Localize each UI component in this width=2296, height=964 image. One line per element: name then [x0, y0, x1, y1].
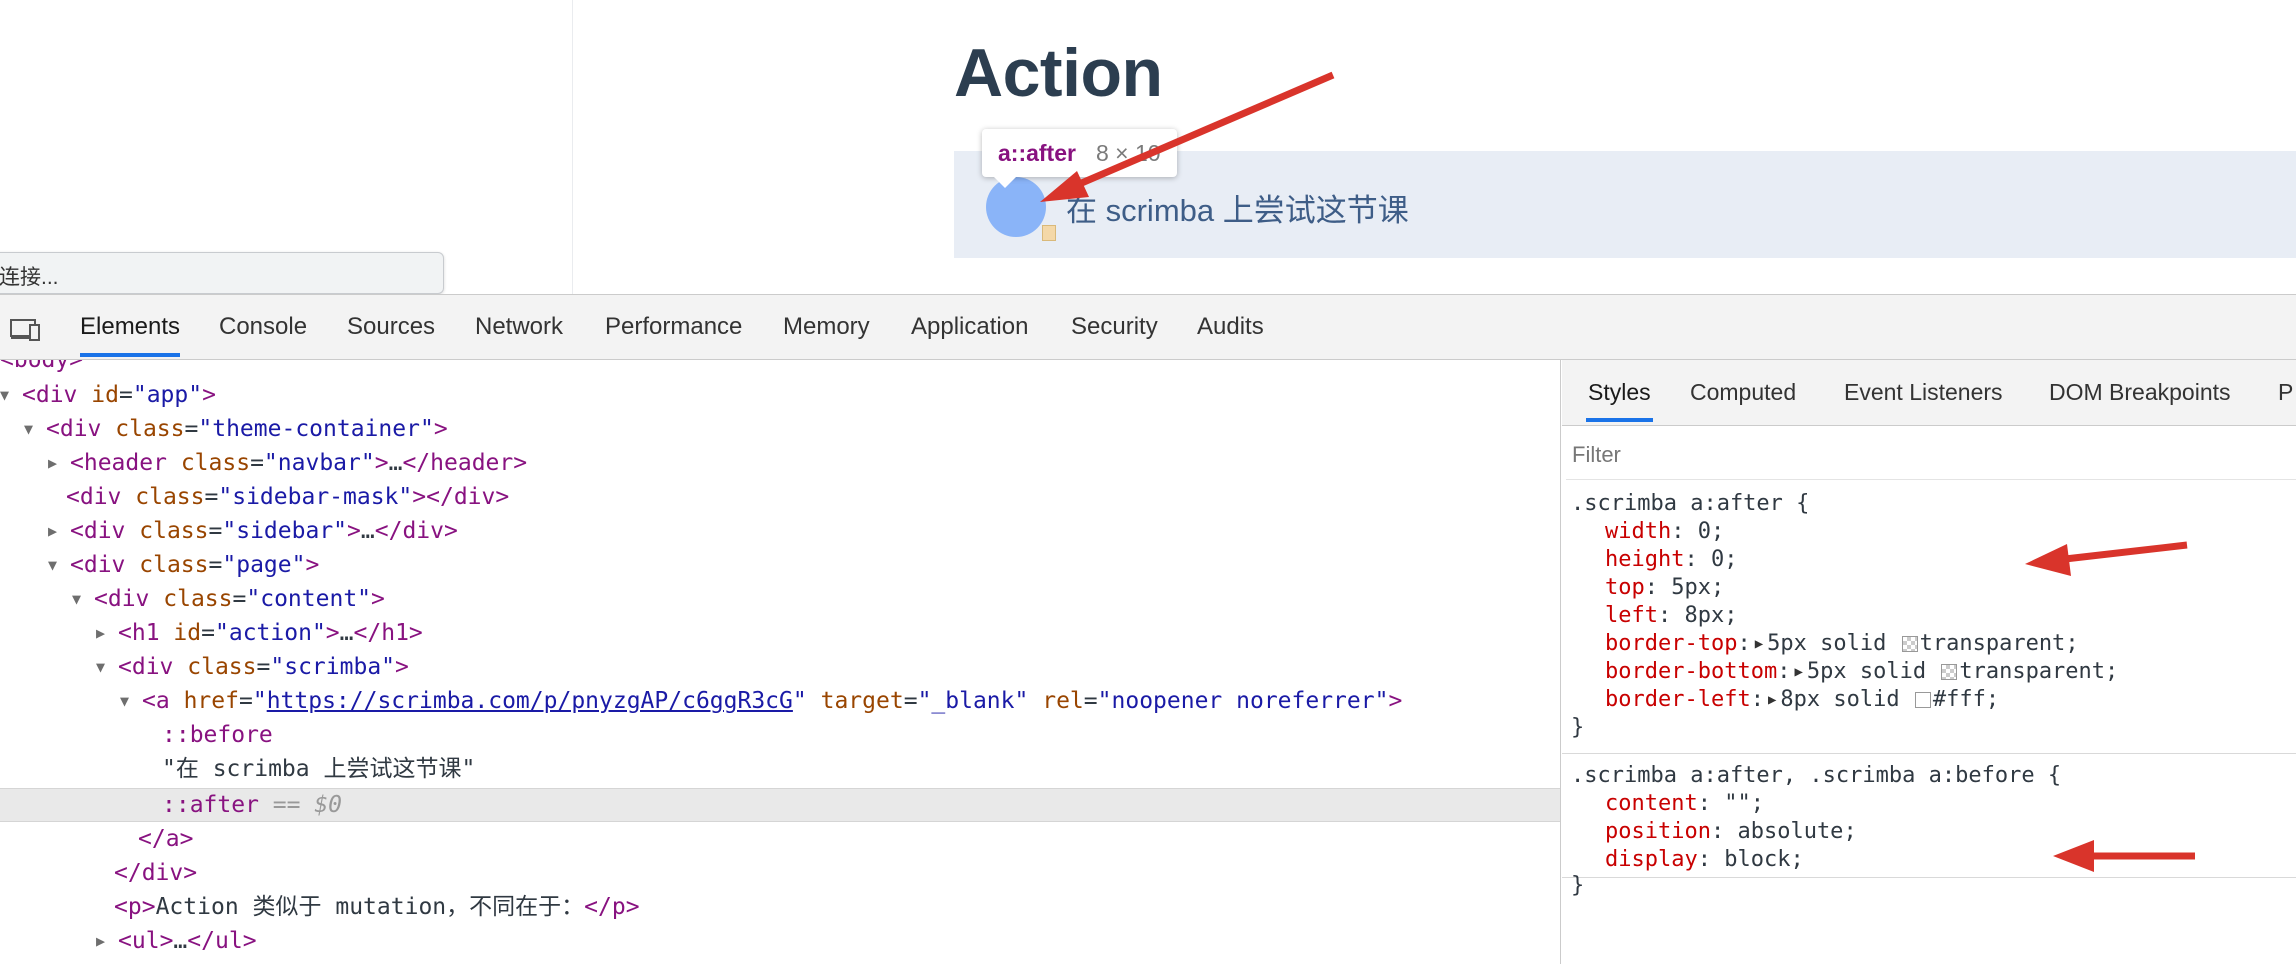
- tab-styles[interactable]: Styles: [1586, 360, 1653, 424]
- tree-node-sidebar[interactable]: ▶ <div class="sidebar">…</div>: [48, 514, 458, 548]
- tree-node-after[interactable]: ::after == $0: [162, 788, 342, 822]
- expand-down-icon[interactable]: ▼: [48, 548, 70, 582]
- css-declaration[interactable]: border-left: ▶ 8px solid #fff;: [1605, 686, 1999, 714]
- expand-right-icon[interactable]: ▶: [1794, 664, 1802, 680]
- expand-right-icon[interactable]: ▶: [96, 924, 118, 958]
- sidebar-divider: [572, 0, 573, 294]
- css-declaration[interactable]: height: 0;: [1605, 546, 1737, 574]
- elements-tree: <body> ▼ <div id="app"> ▼ <div class="them…: [0, 360, 1561, 964]
- expand-down-icon[interactable]: ▼: [24, 412, 46, 446]
- tab-properties[interactable]: P: [2278, 360, 2293, 424]
- css-rule-after-before: .scrimba a:after, .scrimba a:before { co…: [1562, 754, 2296, 878]
- expand-right-icon[interactable]: ▶: [96, 616, 118, 650]
- tab-application[interactable]: Application: [911, 295, 1028, 359]
- tooltip-dimensions: 8 × 10: [1095, 139, 1161, 166]
- tab-memory[interactable]: Memory: [783, 295, 870, 359]
- expand-right-icon[interactable]: ▶: [48, 446, 70, 480]
- tab-dom-breakpoints[interactable]: DOM Breakpoints: [2049, 360, 2231, 424]
- tab-console[interactable]: Console: [219, 295, 307, 359]
- tree-node-header[interactable]: ▶ <header class="navbar">…</header>: [48, 446, 527, 480]
- tab-sources[interactable]: Sources: [347, 295, 435, 359]
- styles-tabbar: Styles Computed Event Listeners DOM Brea…: [1562, 360, 2296, 426]
- tab-event-listeners[interactable]: Event Listeners: [1844, 360, 2003, 424]
- styles-filter-input[interactable]: [1566, 436, 2292, 474]
- tree-node-body[interactable]: <body>: [0, 360, 83, 377]
- devtools-tabbar: Elements Console Sources Network Perform…: [0, 294, 2296, 360]
- tree-node-ul[interactable]: ▶ <ul>…</ul>: [96, 924, 257, 958]
- tab-elements[interactable]: Elements: [80, 295, 181, 359]
- rule-close-brace: }: [1571, 715, 1585, 740]
- tab-audits[interactable]: Audits: [1197, 295, 1264, 359]
- expand-down-icon[interactable]: ▼: [96, 650, 118, 684]
- tree-node-h1[interactable]: ▶ <h1 id="action">…</h1>: [96, 616, 423, 650]
- css-declaration[interactable]: border-top: ▶ 5px solid transparent;: [1605, 630, 2079, 658]
- color-swatch-icon[interactable]: [1901, 636, 1918, 652]
- css-declaration[interactable]: content: "";: [1605, 790, 1764, 818]
- expand-right-icon[interactable]: ▶: [1768, 692, 1776, 708]
- css-rule-after: .scrimba a:after { width: 0; height: 0; …: [1562, 484, 2296, 754]
- expand-down-icon[interactable]: ▼: [72, 582, 94, 616]
- tooltip-tag: a::after: [998, 139, 1076, 166]
- expand-right-icon[interactable]: ▶: [1755, 636, 1763, 652]
- tree-node-anchor[interactable]: ▼ <a href="https://scrimba.com/p/pnyzgAP/…: [120, 684, 1402, 718]
- tab-network[interactable]: Network: [475, 295, 563, 359]
- tab-security[interactable]: Security: [1071, 295, 1158, 359]
- rule-close-brace: }: [1571, 873, 1585, 898]
- color-swatch-icon[interactable]: [1941, 664, 1958, 680]
- rule-selector[interactable]: .scrimba a:after, .scrimba a:before {: [1571, 762, 2061, 790]
- tree-node-scrimba[interactable]: ▼ <div class="scrimba">: [96, 650, 409, 684]
- filter-bar: [1566, 430, 2296, 480]
- inspect-tooltip: a::after 8 × 10: [982, 129, 1177, 188]
- device-toolbar-icon[interactable]: [10, 319, 40, 341]
- tree-node-before[interactable]: ::before: [162, 718, 273, 752]
- rule-selector[interactable]: .scrimba a:after {: [1571, 490, 1809, 518]
- css-declaration[interactable]: left: 8px;: [1605, 602, 1737, 630]
- tree-node-div-close[interactable]: </div>: [114, 856, 197, 890]
- tree-node-p[interactable]: <p>Action 类似于 mutation，不同在于：</p>: [114, 890, 640, 924]
- tab-computed[interactable]: Computed: [1690, 360, 1796, 424]
- scrimba-link[interactable]: 在 scrimba 上尝试这节课: [1066, 185, 1409, 230]
- css-declaration[interactable]: top: 5px;: [1605, 574, 1724, 602]
- tree-node-page[interactable]: ▼ <div class="page">: [48, 548, 319, 582]
- color-swatch-icon[interactable]: [1914, 692, 1931, 708]
- page-title: Action: [954, 35, 1163, 111]
- after-pseudo-highlight: [1042, 225, 1056, 241]
- css-declaration[interactable]: position: absolute;: [1605, 818, 1857, 846]
- expand-down-icon[interactable]: ▼: [120, 684, 142, 718]
- tree-node-sidebar-mask[interactable]: <div class="sidebar-mask"></div>: [66, 480, 509, 514]
- href-link[interactable]: https://scrimba.com/p/pnyzgAP/c6ggR3cG: [267, 688, 793, 714]
- tab-performance[interactable]: Performance: [605, 295, 742, 359]
- page-viewport: 连接... Action 在 scrimba 上尝试这节课 a::after 8…: [0, 0, 2296, 294]
- status-bubble: 连接...: [0, 252, 444, 294]
- styles-pane: Styles Computed Event Listeners DOM Brea…: [1562, 360, 2296, 964]
- tree-node-theme-container[interactable]: ▼ <div class="theme-container">: [24, 412, 448, 446]
- css-declaration[interactable]: border-bottom: ▶ 5px solid transparent;: [1605, 658, 2118, 686]
- tree-node-content[interactable]: ▼ <div class="content">: [72, 582, 385, 616]
- expand-right-icon[interactable]: ▶: [48, 514, 70, 548]
- tree-node-app[interactable]: ▼ <div id="app">: [0, 378, 216, 412]
- tree-node-text[interactable]: "在 scrimba 上尝试这节课": [162, 752, 475, 786]
- tree-node-a-close[interactable]: </a>: [138, 822, 193, 856]
- css-declaration[interactable]: display: block;: [1605, 846, 1804, 874]
- expand-down-icon[interactable]: ▼: [0, 378, 22, 412]
- css-declaration[interactable]: width: 0;: [1605, 518, 1724, 546]
